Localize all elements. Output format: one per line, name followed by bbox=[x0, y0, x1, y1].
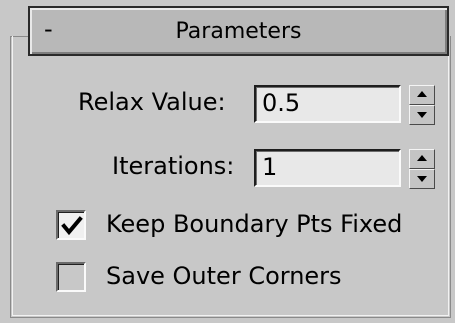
iterations-spin-up-button[interactable] bbox=[409, 149, 435, 169]
rollout-title: Parameters bbox=[175, 19, 302, 44]
keep-boundary-pts-fixed-option[interactable]: Keep Boundary Pts Fixed bbox=[56, 207, 436, 243]
iterations-label: Iterations: bbox=[112, 152, 235, 180]
relax-value-spinner[interactable] bbox=[409, 85, 435, 125]
relax-value-label: Relax Value: bbox=[78, 88, 226, 116]
triangle-up-icon bbox=[417, 91, 427, 97]
iterations-spin-down-button[interactable] bbox=[409, 169, 435, 189]
triangle-down-icon bbox=[417, 176, 427, 182]
iterations-field[interactable]: 1 bbox=[254, 149, 401, 187]
parameters-rollout-header[interactable]: - Parameters bbox=[28, 6, 449, 56]
save-outer-corners-label: Save Outer Corners bbox=[106, 262, 342, 290]
keep-boundary-pts-fixed-label: Keep Boundary Pts Fixed bbox=[106, 210, 403, 238]
triangle-up-icon bbox=[417, 155, 427, 161]
triangle-down-icon bbox=[417, 112, 427, 118]
relax-value-spin-up-button[interactable] bbox=[409, 85, 435, 105]
save-outer-corners-option[interactable]: Save Outer Corners bbox=[56, 259, 436, 295]
relax-value-field[interactable]: 0.5 bbox=[254, 85, 401, 123]
iterations-spinner[interactable] bbox=[409, 149, 435, 189]
checkmark-icon bbox=[61, 216, 83, 236]
keep-boundary-pts-fixed-checkbox[interactable] bbox=[56, 210, 86, 240]
relax-value-spin-down-button[interactable] bbox=[409, 105, 435, 125]
save-outer-corners-checkbox[interactable] bbox=[56, 262, 86, 292]
